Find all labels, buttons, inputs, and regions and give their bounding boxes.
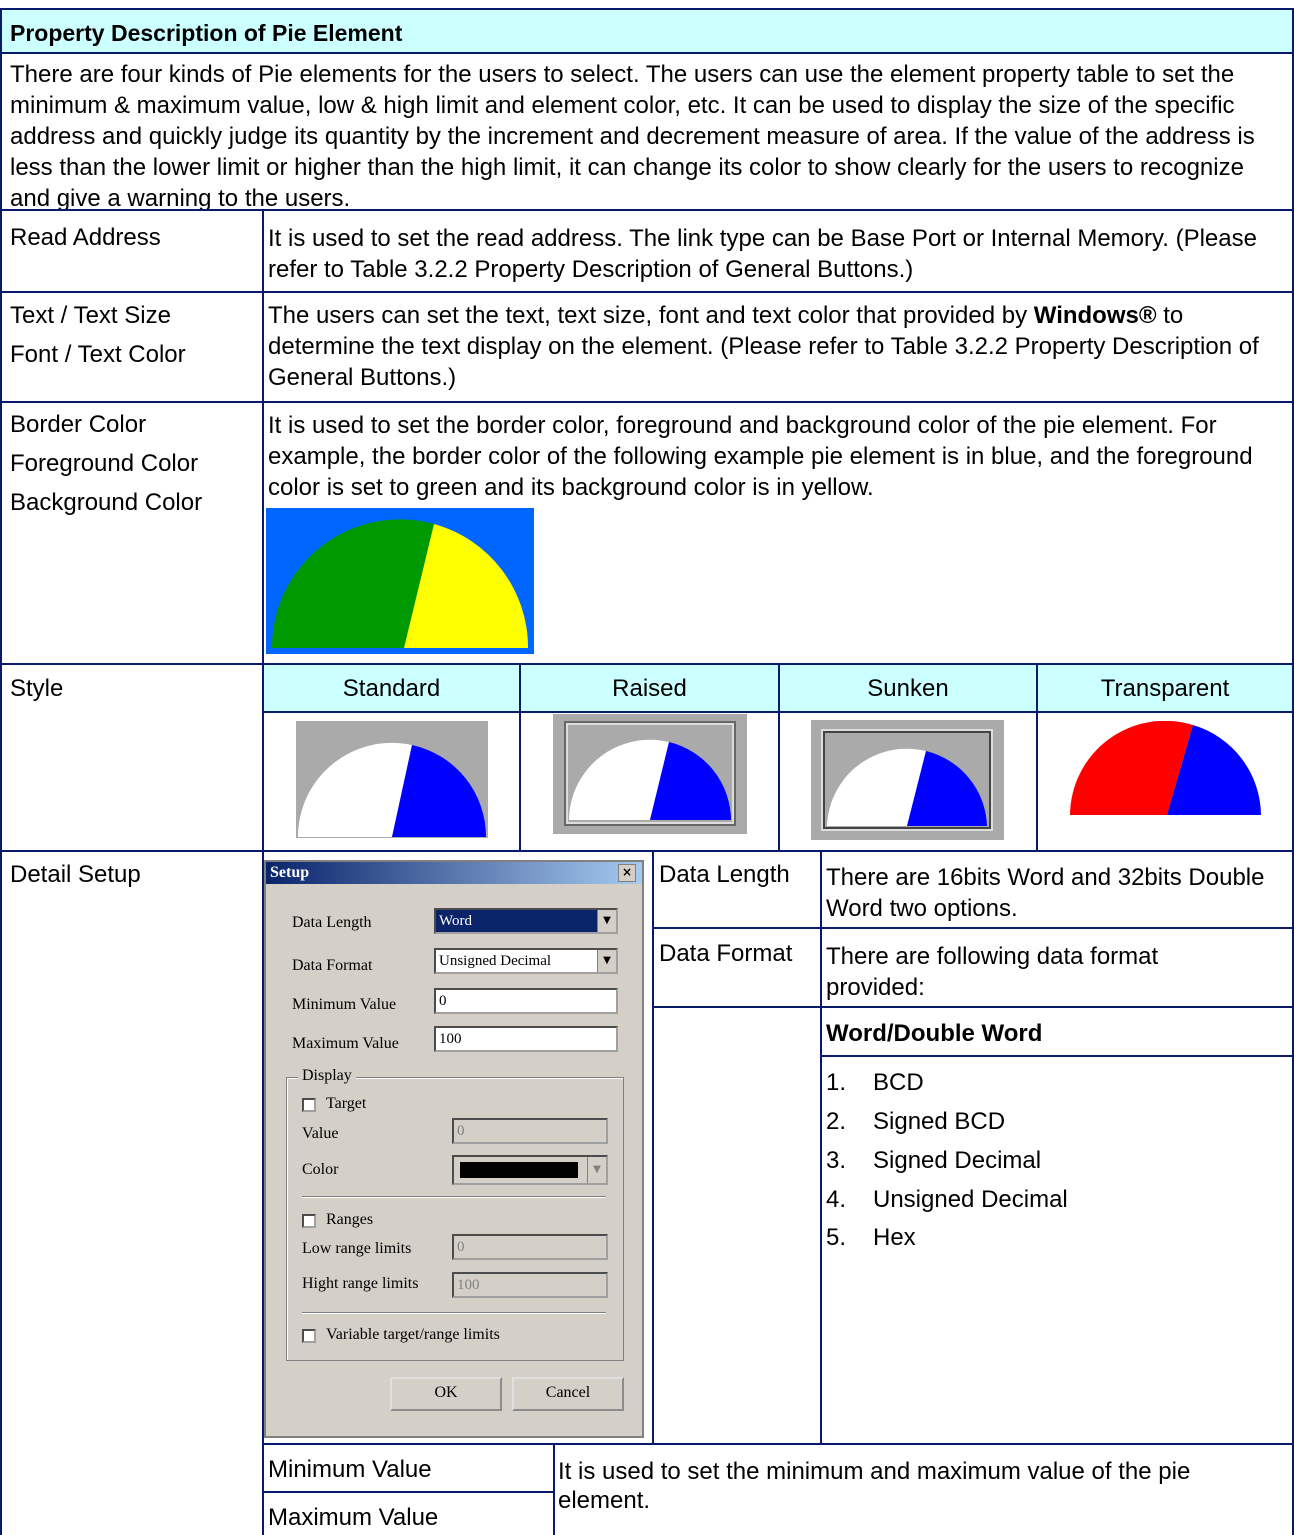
chevron-down-icon: ▼ (587, 1157, 606, 1183)
low-range-label: Low range limits (302, 1240, 412, 1257)
ranges-checkbox[interactable] (302, 1214, 316, 1228)
high-range-input[interactable]: 100 (452, 1272, 608, 1298)
detail-label: Detail Setup (10, 861, 141, 888)
raised-pie-demo (553, 714, 747, 834)
minmax-max-label: Maximum Value (268, 1504, 439, 1531)
display-separator-2 (302, 1312, 606, 1314)
data-format-select[interactable]: Unsigned Decimal ▼ (434, 948, 618, 974)
format-name-5: Hex (873, 1224, 916, 1251)
dt-data-format-label: Data Format (659, 940, 793, 967)
dialog-max-label: Maximum Value (292, 1035, 399, 1052)
text-label-2: Font / Text Color (10, 341, 186, 368)
format-name-1: BCD (873, 1069, 924, 1096)
format-num-5: 5. (826, 1224, 847, 1251)
color-swatch (460, 1162, 578, 1178)
format-name-4: Unsigned Decimal (873, 1186, 1068, 1213)
format-num-1: 1. (826, 1069, 847, 1096)
style-label: Style (10, 675, 64, 702)
dialog-data-length-label: Data Length (292, 914, 372, 931)
read-address-label: Read Address (10, 224, 161, 251)
text-desc-bold: Windows® (1033, 302, 1157, 329)
low-range-value: 0 (457, 1239, 465, 1255)
display-separator-1 (302, 1196, 606, 1198)
color-label-2: Foreground Color (10, 450, 199, 477)
text-desc-a: The users can set the text, text size, f… (268, 302, 1034, 329)
style-standard: Standard (342, 675, 441, 702)
color-label-1: Border Color (10, 411, 147, 438)
format-num-2: 2. (826, 1108, 847, 1135)
intro-cell: There are four kinds of Pie elements for… (0, 52, 1294, 212)
max-value: 100 (439, 1031, 462, 1047)
style-sunken: Sunken (867, 675, 949, 702)
minmax-min-label: Minimum Value (268, 1456, 432, 1483)
value-label: Value (302, 1125, 339, 1142)
color-label-3: Background Color (10, 489, 203, 516)
dt-formats-header: Word/Double Word (826, 1020, 1043, 1047)
dt-data-format-desc: There are following data format provided… (826, 943, 1159, 1001)
chevron-down-icon: ▼ (597, 910, 616, 932)
ranges-label: Ranges (326, 1211, 374, 1228)
color-desc: It is used to set the border color, fore… (268, 412, 1253, 501)
display-group-label: Display (298, 1067, 356, 1085)
data-length-value: Word (439, 913, 472, 929)
page-title: Property Description of Pie Element (10, 20, 403, 46)
dt-data-length-desc: There are 16bits Word and 32bits Double … (826, 864, 1265, 922)
dt-data-length-label: Data Length (659, 861, 790, 888)
format-num-4: 4. (826, 1186, 847, 1213)
ok-button[interactable]: OK (390, 1377, 502, 1411)
low-range-input[interactable]: 0 (452, 1234, 608, 1260)
format-name-2: Signed BCD (873, 1108, 1006, 1135)
variable-limits-label: Variable target/range limits (326, 1326, 500, 1343)
color-select[interactable]: ▼ (452, 1155, 608, 1185)
intro-text: There are four kinds of Pie elements for… (10, 61, 1255, 212)
setup-dialog: Setup × Data Length Word ▼ Data Format U… (264, 860, 644, 1438)
chevron-down-icon: ▼ (597, 950, 616, 972)
color-label: Color (302, 1161, 339, 1178)
style-transparent: Transparent (1100, 675, 1230, 702)
transparent-pie-demo (1069, 721, 1262, 816)
min-value-input[interactable]: 0 (434, 988, 618, 1014)
format-num-3: 3. (826, 1147, 847, 1174)
sunken-pie-demo (811, 720, 1004, 840)
color-example-pie (266, 508, 534, 654)
standard-pie-demo (296, 721, 488, 838)
target-checkbox[interactable] (302, 1098, 316, 1112)
dialog-data-format-label: Data Format (292, 957, 373, 974)
read-address-desc: It is used to set the read address. The … (268, 225, 1257, 283)
close-icon[interactable]: × (618, 864, 636, 882)
target-value-input[interactable]: 0 (452, 1118, 608, 1144)
target-label: Target (326, 1095, 367, 1112)
cancel-button[interactable]: Cancel (512, 1377, 624, 1411)
target-value: 0 (457, 1123, 465, 1139)
variable-limits-checkbox[interactable] (302, 1329, 316, 1343)
data-format-value: Unsigned Decimal (439, 953, 552, 969)
minmax-desc: It is used to set the minimum and maximu… (558, 1458, 1191, 1514)
dialog-min-label: Minimum Value (292, 996, 397, 1013)
text-label-1: Text / Text Size (10, 302, 171, 329)
high-range-value: 100 (457, 1277, 480, 1293)
max-value-input[interactable]: 100 (434, 1026, 618, 1052)
format-name-3: Signed Decimal (873, 1147, 1042, 1174)
high-range-label: Hight range limits (302, 1275, 419, 1292)
dialog-titlebar: Setup × (266, 862, 642, 884)
text-desc: The users can set the text, text size, f… (268, 300, 1290, 393)
data-length-select[interactable]: Word ▼ (434, 908, 618, 934)
dialog-title: Setup (270, 864, 310, 881)
style-raised: Raised (612, 675, 687, 702)
min-value: 0 (439, 993, 447, 1009)
header-row: Property Description of Pie Element (0, 8, 1294, 52)
